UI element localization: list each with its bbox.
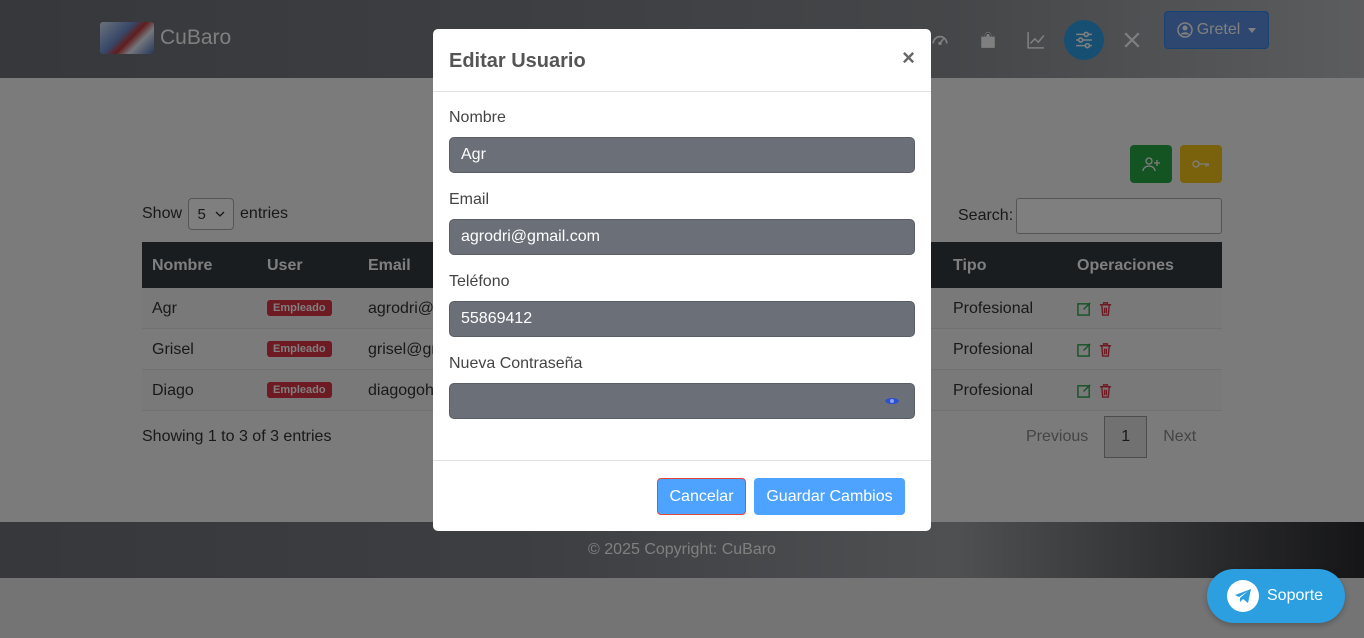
telefono-label: Teléfono [449,273,510,290]
modal-title: Editar Usuario [449,50,586,72]
save-button[interactable]: Guardar Cambios [754,478,905,515]
cancel-button[interactable]: Cancelar [657,478,746,515]
nombre-label: Nombre [449,109,506,126]
password-label: Nueva Contraseña [449,355,583,372]
email-value: agrodri@gmail.com [461,228,600,245]
close-icon[interactable]: × [902,47,915,69]
email-label: Email [449,191,490,208]
eye-icon[interactable] [884,395,900,407]
nombre-value: Agr [461,146,486,163]
edit-user-modal: Editar Usuario × Nombre Agr Email agrodr… [433,29,931,531]
password-field[interactable] [449,383,915,419]
telefono-field[interactable]: 55869412 [449,301,915,337]
support-label: Soporte [1267,587,1324,604]
telefono-value: 55869412 [461,310,533,327]
email-field[interactable]: agrodri@gmail.com [449,219,915,255]
nombre-field[interactable]: Agr [449,137,915,173]
modal-footer: Cancelar Guardar Cambios [433,460,931,531]
support-button[interactable]: Soporte [1207,569,1345,623]
modal-header: Editar Usuario × [433,29,931,92]
modal-body: Nombre Agr Email agrodri@gmail.com Teléf… [449,109,915,437]
telegram-icon [1227,580,1259,612]
